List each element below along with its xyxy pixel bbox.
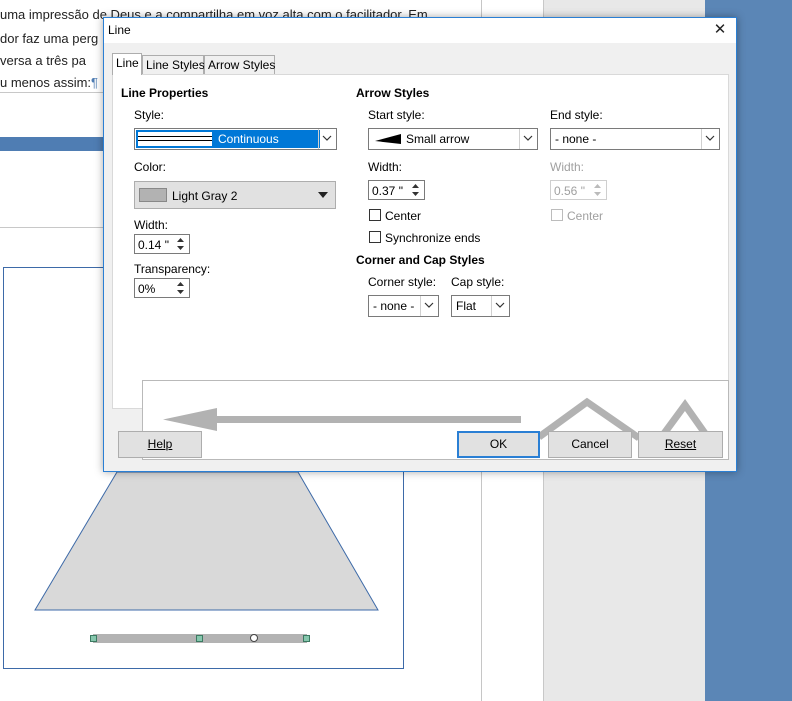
center-checkbox[interactable] — [369, 209, 381, 221]
spin-up-icon[interactable] — [409, 182, 423, 190]
selection-handle[interactable] — [90, 635, 97, 642]
cap-style-label: Cap style: — [451, 275, 505, 289]
corner-cap-heading: Corner and Cap Styles — [356, 253, 485, 267]
reset-button[interactable]: Reset — [638, 431, 723, 458]
style-preview-swatch — [138, 132, 212, 146]
corner-style-value: - none - — [373, 299, 415, 313]
color-swatch — [139, 188, 167, 202]
end-style-select[interactable]: - none - — [550, 128, 720, 150]
spin-up-icon[interactable] — [174, 280, 188, 288]
ok-button-label: OK — [489, 437, 508, 451]
center-label: Center — [385, 209, 422, 223]
dropdown-triangle-icon — [318, 192, 328, 198]
end-center-checkbox — [551, 209, 563, 221]
end-width-label: Width: — [550, 160, 585, 174]
cancel-button-label: Cancel — [571, 437, 609, 451]
corner-style-select[interactable]: - none - — [368, 295, 439, 317]
style-select[interactable]: Continuous — [134, 128, 337, 150]
style-label: Style: — [134, 108, 165, 122]
chevron-down-icon — [701, 129, 719, 149]
start-style-label: Start style: — [368, 108, 425, 122]
selection-handle[interactable] — [303, 635, 310, 642]
spin-down-icon[interactable] — [174, 288, 188, 296]
transparency-value: 0% — [138, 282, 156, 296]
color-label: Color: — [134, 160, 167, 174]
width-spinner[interactable]: 0.14 " — [134, 234, 190, 254]
dialog-title: Line — [108, 23, 131, 37]
chevron-down-icon — [491, 296, 509, 316]
corner-style-label: Corner style: — [368, 275, 437, 289]
end-width-spinner: 0.56 " — [550, 180, 607, 200]
ok-button[interactable]: OK — [457, 431, 540, 458]
synchronize-ends-checkbox[interactable] — [369, 231, 381, 243]
spin-down-icon[interactable] — [174, 244, 188, 252]
chevron-down-icon — [318, 129, 336, 149]
tab-line-styles[interactable]: Line Styles — [142, 55, 205, 74]
color-dropdown-button[interactable]: Light Gray 2 — [134, 181, 336, 209]
chevron-down-icon — [420, 296, 438, 316]
synchronize-ends-label: Synchronize ends — [385, 231, 481, 245]
transparency-label: Transparency: — [134, 262, 211, 276]
style-selection-highlight: Continuous — [136, 130, 320, 148]
cap-style-select[interactable]: Flat — [451, 295, 510, 317]
line-dialog: Line ✕ Line Line Styles Arrow Styles Lin… — [103, 17, 737, 472]
tab-panel-line: Line Properties Style: Continuous Color:… — [112, 74, 729, 460]
style-value: Continuous — [218, 132, 279, 146]
start-width-value: 0.37 " — [372, 184, 403, 198]
color-value: Light Gray 2 — [172, 189, 238, 203]
width-value: 0.14 " — [138, 238, 169, 252]
reset-button-label: Reset — [664, 437, 697, 451]
help-button[interactable]: Help — [118, 431, 202, 458]
transparency-spinner[interactable]: 0% — [134, 278, 190, 298]
end-style-label: End style: — [550, 108, 603, 122]
start-style-select[interactable]: Small arrow — [368, 128, 538, 150]
close-button[interactable]: ✕ — [708, 20, 732, 40]
width-label: Width: — [134, 218, 169, 232]
cap-style-value: Flat — [456, 299, 477, 313]
start-style-value: Small arrow — [406, 132, 470, 146]
spin-down-icon[interactable] — [409, 190, 423, 198]
spin-up-icon — [591, 182, 605, 190]
end-width-value: 0.56 " — [554, 184, 585, 198]
selection-handle[interactable] — [196, 635, 203, 642]
end-center-label: Center — [567, 209, 604, 223]
arrow-styles-heading: Arrow Styles — [356, 86, 430, 100]
spin-down-icon — [591, 190, 605, 198]
help-button-label: Help — [147, 437, 173, 451]
small-arrow-icon — [375, 134, 401, 144]
close-icon: ✕ — [713, 21, 727, 38]
line-properties-heading: Line Properties — [121, 86, 209, 100]
start-width-spinner[interactable]: 0.37 " — [368, 180, 425, 200]
end-style-value: - none - — [555, 132, 597, 146]
tab-line[interactable]: Line — [112, 53, 142, 75]
start-width-label: Width: — [368, 160, 403, 174]
chevron-down-icon — [519, 129, 537, 149]
spin-up-icon[interactable] — [174, 236, 188, 244]
rotation-handle[interactable] — [250, 634, 258, 642]
cancel-button[interactable]: Cancel — [548, 431, 632, 458]
dialog-titlebar[interactable]: Line ✕ — [104, 18, 736, 43]
tab-arrow-styles[interactable]: Arrow Styles — [204, 55, 275, 74]
